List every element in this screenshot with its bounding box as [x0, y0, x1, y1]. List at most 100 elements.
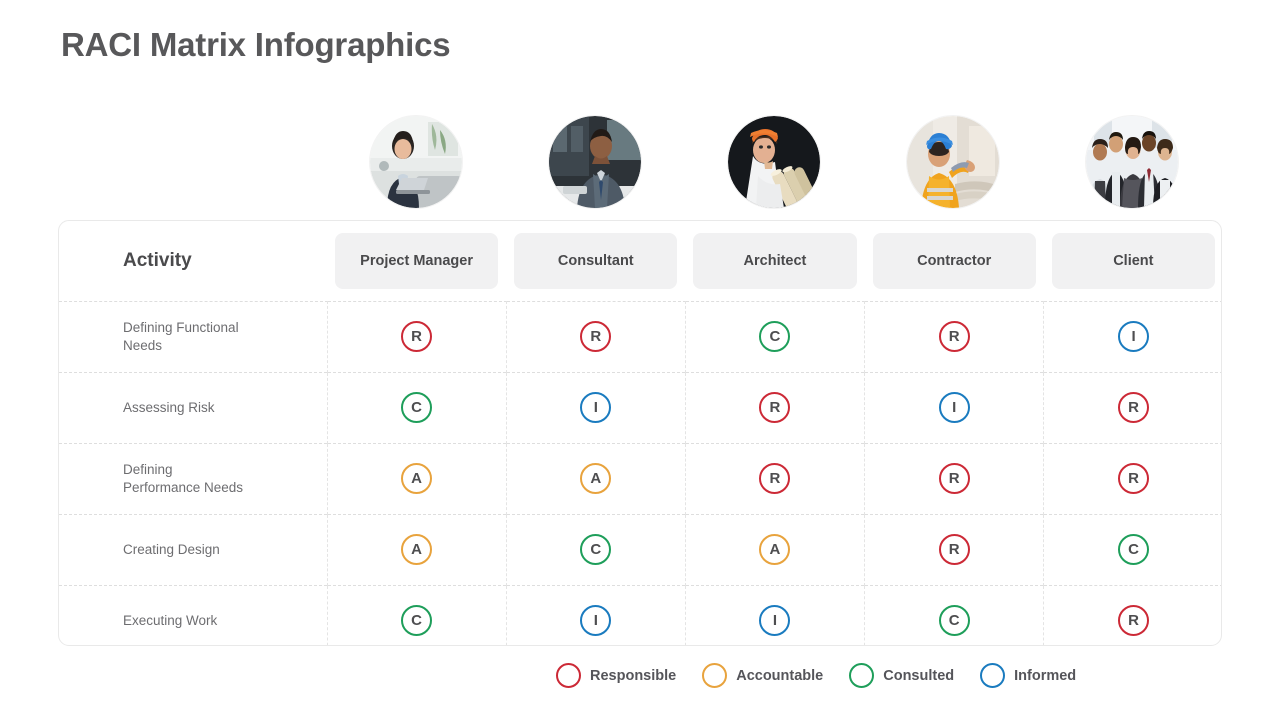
- raci-badge: I: [580, 605, 612, 637]
- role-header-cell: Consultant: [506, 221, 685, 301]
- raci-matrix-card: Activity Project Manager Consultant Arch…: [58, 220, 1222, 646]
- raci-cell[interactable]: C: [327, 371, 507, 443]
- circle-icon-consulted: [849, 663, 875, 688]
- raci-cell[interactable]: R: [685, 371, 866, 443]
- raci-badge: R: [1118, 605, 1150, 637]
- raci-cell[interactable]: C: [327, 584, 507, 645]
- legend-label: Responsible: [590, 667, 677, 684]
- avatar-client: [1086, 116, 1179, 208]
- raci-badge: I: [759, 605, 791, 637]
- raci-cell[interactable]: I: [1043, 300, 1221, 372]
- raci-cell[interactable]: A: [327, 513, 507, 585]
- raci-badge: I: [938, 392, 970, 423]
- legend-label: Accountable: [736, 667, 824, 684]
- matrix-header-row: Activity Project Manager Consultant Arch…: [59, 221, 1221, 301]
- raci-badge: A: [580, 463, 612, 494]
- raci-badge: I: [1118, 321, 1150, 352]
- role-header-cell: Project Manager: [327, 221, 506, 301]
- avatar-project-manager: [369, 116, 462, 208]
- circle-icon-informed: [980, 663, 1006, 688]
- role-chip-project-manager[interactable]: Project Manager: [335, 232, 499, 289]
- raci-badge: R: [1118, 463, 1150, 494]
- raci-cell[interactable]: I: [864, 371, 1045, 443]
- raci-cell[interactable]: A: [506, 442, 686, 514]
- raci-cell[interactable]: I: [685, 584, 866, 645]
- avatar-cell: [864, 116, 1043, 208]
- role-chip-consultant[interactable]: Consultant: [514, 232, 678, 289]
- avatar-row: [326, 116, 1222, 208]
- raci-badge: R: [401, 321, 433, 352]
- raci-cell[interactable]: C: [1043, 513, 1221, 585]
- avatar-consultant: [548, 116, 641, 208]
- page-title: RACI Matrix Infographics: [61, 26, 451, 63]
- raci-badge: C: [401, 392, 433, 423]
- legend-item-responsible[interactable]: Responsible: [556, 663, 676, 688]
- raci-badge: R: [1118, 392, 1150, 423]
- legend-item-accountable[interactable]: Accountable: [702, 663, 823, 688]
- table-row: Executing Work C I I C R: [59, 584, 1221, 645]
- raci-cell[interactable]: A: [685, 513, 866, 585]
- role-chip-contractor[interactable]: Contractor: [872, 232, 1036, 289]
- table-row: Defining Functional Needs R R C R I: [59, 300, 1221, 372]
- raci-cell[interactable]: C: [864, 584, 1045, 645]
- raci-matrix-table: Activity Project Manager Consultant Arch…: [59, 221, 1221, 645]
- activity-label: Executing Work: [59, 584, 328, 645]
- circle-icon-responsible: [556, 663, 581, 688]
- raci-badge: R: [580, 321, 612, 352]
- raci-legend: Responsible Accountable Consulted Inform…: [556, 663, 1076, 688]
- activity-label: Creating Design: [59, 513, 328, 585]
- avatar-architect: [727, 116, 820, 208]
- raci-badge: I: [580, 392, 612, 423]
- raci-cell[interactable]: C: [506, 513, 686, 585]
- table-row: Creating Design A C A R C: [59, 513, 1221, 585]
- raci-badge: C: [759, 321, 791, 352]
- raci-badge: C: [1118, 534, 1150, 565]
- raci-cell[interactable]: R: [685, 442, 866, 514]
- raci-badge: R: [938, 321, 970, 352]
- raci-badge: A: [401, 534, 433, 565]
- raci-badge: C: [938, 605, 970, 637]
- raci-cell[interactable]: R: [506, 300, 686, 372]
- raci-cell[interactable]: R: [864, 300, 1045, 372]
- raci-badge: A: [401, 463, 433, 494]
- avatar-contractor: [907, 116, 1000, 208]
- raci-badge: C: [401, 605, 433, 637]
- raci-cell[interactable]: R: [1043, 371, 1221, 443]
- table-row: Defining Performance Needs A A R R R: [59, 442, 1221, 514]
- role-chip-architect[interactable]: Architect: [693, 232, 857, 289]
- legend-item-consulted[interactable]: Consulted: [849, 663, 954, 688]
- raci-badge: C: [580, 534, 612, 565]
- raci-cell[interactable]: R: [1043, 442, 1221, 514]
- activity-label: Assessing Risk: [59, 371, 328, 443]
- raci-cell[interactable]: R: [864, 513, 1045, 585]
- raci-cell[interactable]: R: [864, 442, 1045, 514]
- raci-badge: R: [759, 392, 791, 423]
- activity-label: Defining Functional Needs: [59, 300, 328, 372]
- raci-badge: R: [938, 534, 970, 565]
- raci-cell[interactable]: R: [1043, 584, 1221, 645]
- raci-badge: A: [759, 534, 791, 565]
- legend-label: Informed: [1014, 667, 1077, 684]
- legend-label: Consulted: [883, 667, 955, 684]
- role-chip-client[interactable]: Client: [1051, 232, 1215, 289]
- avatar-cell: [1043, 116, 1222, 208]
- activity-header: Activity: [123, 249, 192, 271]
- circle-icon-accountable: [702, 663, 728, 688]
- avatar-cell: [326, 116, 505, 208]
- activity-label: Defining Performance Needs: [59, 442, 328, 514]
- raci-badge: R: [759, 463, 791, 494]
- table-row: Assessing Risk C I R I R: [59, 371, 1221, 443]
- raci-cell[interactable]: R: [327, 300, 507, 372]
- raci-cell[interactable]: A: [327, 442, 507, 514]
- legend-item-informed[interactable]: Informed: [980, 663, 1076, 688]
- matrix-body: Defining Functional Needs R R C R I Asses…: [59, 300, 1221, 645]
- raci-cell[interactable]: I: [506, 371, 686, 443]
- raci-cell[interactable]: C: [685, 300, 866, 372]
- raci-cell[interactable]: I: [506, 584, 686, 645]
- role-header-cell: Architect: [685, 221, 864, 301]
- avatar-cell: [684, 116, 863, 208]
- avatar-cell: [505, 116, 684, 208]
- role-header-cell: Contractor: [865, 221, 1044, 301]
- role-header-cell: Client: [1044, 221, 1221, 301]
- raci-badge: R: [938, 463, 970, 494]
